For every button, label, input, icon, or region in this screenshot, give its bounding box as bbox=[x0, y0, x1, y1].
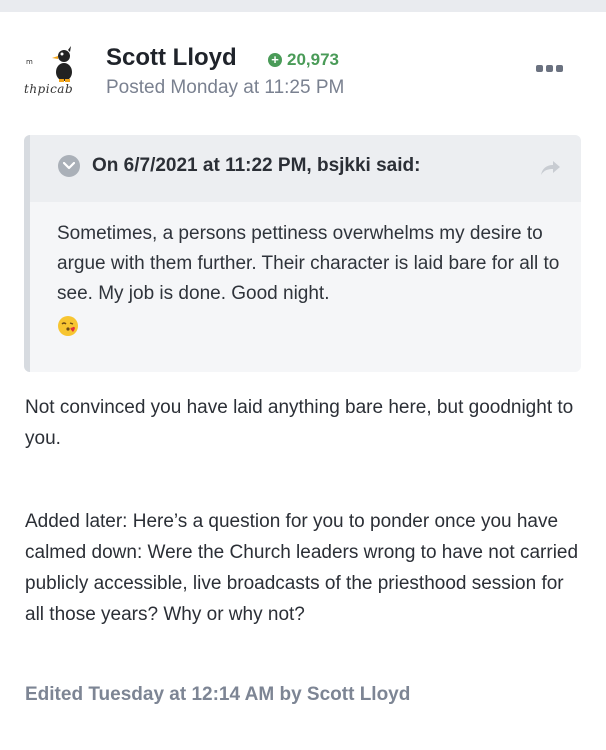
reputation-badge[interactable]: + 20,973 bbox=[268, 50, 339, 70]
avatar-duck-icon: m bbox=[26, 46, 72, 82]
author-name[interactable]: Scott Lloyd bbox=[106, 44, 237, 72]
quote-body: Sometimes, a persons pettiness overwhelm… bbox=[57, 219, 567, 339]
quote-block: On 6/7/2021 at 11:22 PM, bsjkki said: So… bbox=[24, 135, 581, 372]
quote-toggle-button[interactable] bbox=[58, 155, 80, 177]
quote-text: Sometimes, a persons pettiness overwhelm… bbox=[57, 223, 560, 304]
quote-citation[interactable]: On 6/7/2021 at 11:22 PM, bsjkki said: bbox=[92, 155, 420, 177]
face-blowing-a-kiss-icon bbox=[57, 315, 79, 337]
chevron-down-icon bbox=[63, 162, 75, 170]
more-options-button[interactable] bbox=[536, 62, 564, 74]
post-paragraph-2: Added later: Here’s a question for you t… bbox=[25, 511, 579, 625]
svg-text:m: m bbox=[26, 58, 33, 66]
reputation-value: 20,973 bbox=[287, 50, 339, 69]
post-card bbox=[0, 12, 606, 750]
post-timestamp[interactable]: Posted Monday at 11:25 PM bbox=[106, 77, 344, 99]
plus-circle-icon: + bbox=[268, 53, 282, 67]
post-paragraph-1: Not convinced you have laid anything bar… bbox=[25, 397, 574, 449]
ellipsis-icon bbox=[536, 64, 543, 72]
edited-note: Edited Tuesday at 12:14 AM by Scott Lloy… bbox=[25, 684, 411, 705]
avatar[interactable]: m thpicab bbox=[22, 44, 86, 100]
quote-header: On 6/7/2021 at 11:22 PM, bsjkki said: bbox=[30, 135, 581, 202]
share-arrow-icon[interactable] bbox=[540, 159, 562, 177]
avatar-caption: thpicab bbox=[24, 82, 74, 96]
top-bar bbox=[0, 0, 606, 12]
